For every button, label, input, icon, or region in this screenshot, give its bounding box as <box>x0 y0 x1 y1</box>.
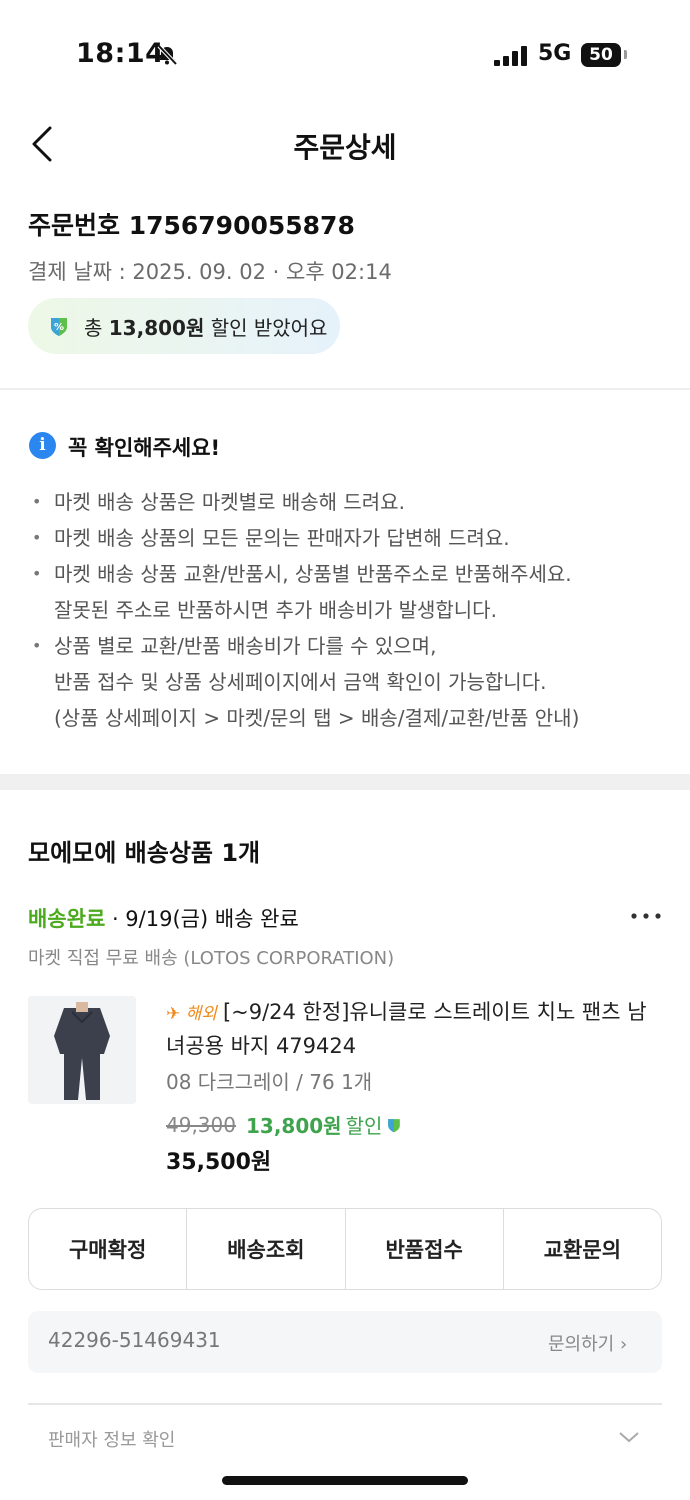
notice-item: • 상품 별로 교환/반품 배송비가 다를 수 있으며, <box>32 634 437 658</box>
divider <box>28 1403 662 1405</box>
status-time: 18:14 <box>76 38 165 69</box>
discount-badge-icon: % <box>51 318 67 336</box>
shipping-seller: 마켓 직접 무료 배송 (LOTOS CORPORATION) <box>28 948 395 969</box>
notice-item: • 마켓 배송 상품 교환/반품시, 상품별 반품주소로 반품해주세요. <box>32 562 572 586</box>
product-thumbnail[interactable] <box>28 996 136 1104</box>
product-option: 08 다크그레이 / 76 1개 <box>166 1070 373 1094</box>
notice-list: • 마켓 배송 상품은 마켓별로 배송해 드려요. • 마켓 배송 상품의 모든 문… <box>32 484 672 736</box>
network-label: 5G <box>538 41 572 66</box>
svg-text:%: % <box>54 322 64 333</box>
info-icon: i <box>29 432 56 459</box>
chevron-right-icon: › <box>619 1334 628 1355</box>
notice-item: • 마켓 배송 상품의 모든 문의는 판매자가 답변해 드려요. <box>32 526 510 550</box>
exchange-inquiry-button[interactable]: 교환문의 <box>502 1209 661 1289</box>
track-delivery-button[interactable]: 배송조회 <box>186 1209 344 1289</box>
discount-summary-pill: % 총 13,800원 할인 받았어요 <box>28 298 340 354</box>
section-separator <box>0 774 690 790</box>
original-price: 49,300 <box>166 1112 236 1137</box>
chevron-down-icon[interactable] <box>618 1430 640 1444</box>
notice-item: • 마켓 배송 상품은 마켓별로 배송해 드려요. <box>32 490 405 514</box>
invoice-number: 42296-51469431 <box>48 1328 221 1352</box>
bell-muted-icon <box>157 44 178 66</box>
discount-price: 13,800원 <box>245 1114 342 1138</box>
notice-item-continuation: (상품 상세페이지 > 마켓/문의 탭 > 배송/결제/교환/반품 안내) <box>54 706 580 730</box>
final-price: 35,500원 <box>166 1150 272 1175</box>
signal-icon <box>494 44 528 66</box>
order-action-buttons: 구매확정 배송조회 반품접수 교환문의 <box>28 1208 662 1290</box>
discount-badge-icon <box>388 1118 401 1132</box>
discount-label: 할인 <box>345 1114 383 1138</box>
product-name[interactable]: ✈ 해외 [~9/24 한정]유니클로 스트레이트 치노 팬츠 남녀공용 바지 4… <box>166 996 664 1062</box>
delivery-status: 배송완료 · 9/19(금) 배송 완료 <box>28 907 299 931</box>
notice-item-continuation: 반품 접수 및 상품 상세페이지에서 금액 확인이 가능합니다. <box>54 670 547 694</box>
seller-info-toggle[interactable]: 판매자 정보 확인 <box>48 1426 175 1452</box>
confirm-purchase-button[interactable]: 구매확정 <box>29 1209 186 1289</box>
return-request-button[interactable]: 반품접수 <box>344 1209 503 1289</box>
price-row: 49,300 13,800원 할인 <box>166 1110 402 1139</box>
section-title: 모에모에 배송상품 1개 <box>28 839 261 867</box>
order-number: 주문번호 1756790055878 <box>28 211 355 240</box>
product-image <box>28 996 136 1104</box>
page-title: 주문상세 <box>293 131 397 164</box>
home-indicator <box>222 1476 468 1485</box>
more-options-icon[interactable] <box>628 900 664 930</box>
overseas-badge: ✈ 해외 <box>166 1004 217 1024</box>
battery-cap <box>624 50 627 59</box>
notice-item-continuation: 잘못된 주소로 반품하시면 추가 배송비가 발생합니다. <box>54 598 497 622</box>
payment-date: 결제 날짜 : 2025. 09. 02 · 오후 02:14 <box>28 260 392 284</box>
inquiry-link[interactable]: 문의하기 › <box>548 1330 627 1356</box>
battery-icon: 50 <box>581 43 621 67</box>
notice-title: 꼭 확인해주세요! <box>68 436 221 460</box>
discount-summary-text: 총 13,800원 할인 받았어요 <box>84 315 328 340</box>
divider <box>0 388 690 390</box>
